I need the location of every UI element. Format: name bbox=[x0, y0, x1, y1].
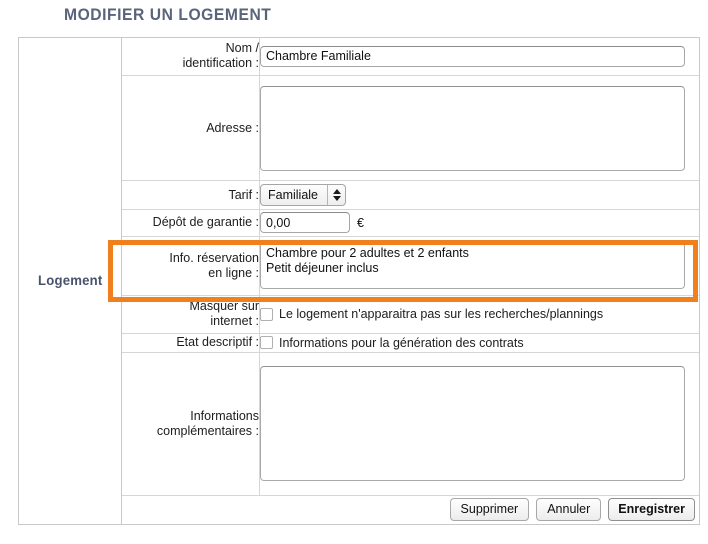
masquer-checkbox-row[interactable]: Le logement n'apparaitra pas sur les rec… bbox=[260, 307, 699, 321]
row-depot: Dépôt de garantie : € bbox=[122, 209, 699, 237]
action-buttons: Supprimer Annuler Enregistrer bbox=[122, 498, 699, 522]
label-tarif: Tarif : bbox=[122, 180, 260, 210]
euro-symbol: € bbox=[357, 215, 364, 230]
masquer-checkbox[interactable] bbox=[260, 307, 273, 321]
tarif-select[interactable]: Familiale bbox=[260, 184, 347, 207]
page-title: MODIFIER UN LOGEMENT bbox=[64, 5, 272, 24]
section-label: Logement bbox=[37, 272, 103, 288]
label-depot: Dépôt de garantie : bbox=[122, 209, 260, 237]
cancel-button[interactable]: Annuler bbox=[536, 498, 602, 522]
label-info-reservation-line1: Info. réservation bbox=[169, 250, 259, 265]
field-informations-complementaires bbox=[259, 352, 699, 496]
row-nom: Nom / identification : bbox=[122, 38, 699, 76]
field-masquer: Le logement n'apparaitra pas sur les rec… bbox=[259, 295, 699, 334]
row-masquer: Masquer sur internet : Le logement n'app… bbox=[122, 295, 699, 334]
row-informations-complementaires: Informations complémentaires : bbox=[122, 352, 699, 496]
row-info-reservation: Info. réservation en ligne : Chambre pou… bbox=[122, 236, 699, 296]
logement-form-card: Logement Nom / identification : Adr bbox=[18, 37, 700, 525]
nom-identification-input[interactable] bbox=[260, 45, 685, 67]
depot-garantie-input[interactable] bbox=[260, 212, 350, 234]
label-info-reservation: Info. réservation en ligne : bbox=[122, 236, 260, 296]
informations-complementaires-textarea[interactable] bbox=[260, 366, 685, 482]
info-reservation-textarea[interactable]: Chambre pour 2 adultes et 2 enfants Peti… bbox=[260, 242, 685, 290]
adresse-textarea[interactable] bbox=[260, 85, 685, 171]
row-adresse: Adresse : bbox=[122, 75, 699, 182]
row-actions: Supprimer Annuler Enregistrer bbox=[122, 495, 699, 524]
form-layout-table: Logement Nom / identification : Adr bbox=[19, 38, 699, 524]
field-info-reservation: Chambre pour 2 adultes et 2 enfants Peti… bbox=[259, 236, 699, 296]
fields-table: Nom / identification : Adresse : bbox=[122, 38, 699, 524]
label-nom-line2: identification : bbox=[182, 56, 259, 71]
label-masquer-line1: Masquer sur bbox=[189, 299, 259, 314]
tarif-select-value: Familiale bbox=[268, 188, 319, 203]
etat-descriptif-checkbox-row[interactable]: Informations pour la génération des cont… bbox=[260, 336, 699, 350]
label-compl-line2: complémentaires : bbox=[156, 423, 259, 438]
label-etat-descriptif: Etat descriptif : bbox=[122, 333, 260, 354]
field-nom bbox=[259, 38, 699, 76]
stepper-arrows-icon bbox=[327, 185, 345, 206]
save-button[interactable]: Enregistrer bbox=[608, 498, 695, 522]
delete-button[interactable]: Supprimer bbox=[449, 498, 530, 522]
etat-descriptif-checkbox[interactable] bbox=[260, 336, 273, 350]
etat-descriptif-checkbox-label: Informations pour la génération des cont… bbox=[279, 335, 524, 350]
masquer-checkbox-label: Le logement n'apparaitra pas sur les rec… bbox=[279, 307, 604, 322]
triangle-down-icon bbox=[332, 196, 341, 202]
field-etat-descriptif: Informations pour la génération des cont… bbox=[259, 333, 699, 354]
label-nom-line1: Nom / bbox=[225, 41, 259, 56]
field-tarif: Familiale bbox=[259, 180, 699, 210]
label-masquer-line2: internet : bbox=[210, 314, 259, 329]
label-info-reservation-line2: en ligne : bbox=[208, 265, 259, 280]
section-label-cell: Logement bbox=[19, 38, 122, 524]
row-tarif: Tarif : Familiale bbox=[122, 180, 699, 210]
label-adresse: Adresse : bbox=[122, 75, 260, 182]
label-informations-complementaires: Informations complémentaires : bbox=[122, 352, 260, 496]
label-masquer: Masquer sur internet : bbox=[122, 295, 260, 334]
row-etat-descriptif: Etat descriptif : Informations pour la g… bbox=[122, 333, 699, 354]
triangle-up-icon bbox=[332, 189, 341, 195]
field-depot: € bbox=[259, 209, 699, 237]
label-compl-line1: Informations bbox=[190, 408, 259, 423]
field-adresse bbox=[259, 75, 699, 182]
label-nom: Nom / identification : bbox=[122, 38, 260, 76]
actions-cell: Supprimer Annuler Enregistrer bbox=[122, 495, 699, 524]
fields-column: Nom / identification : Adresse : bbox=[122, 38, 699, 524]
